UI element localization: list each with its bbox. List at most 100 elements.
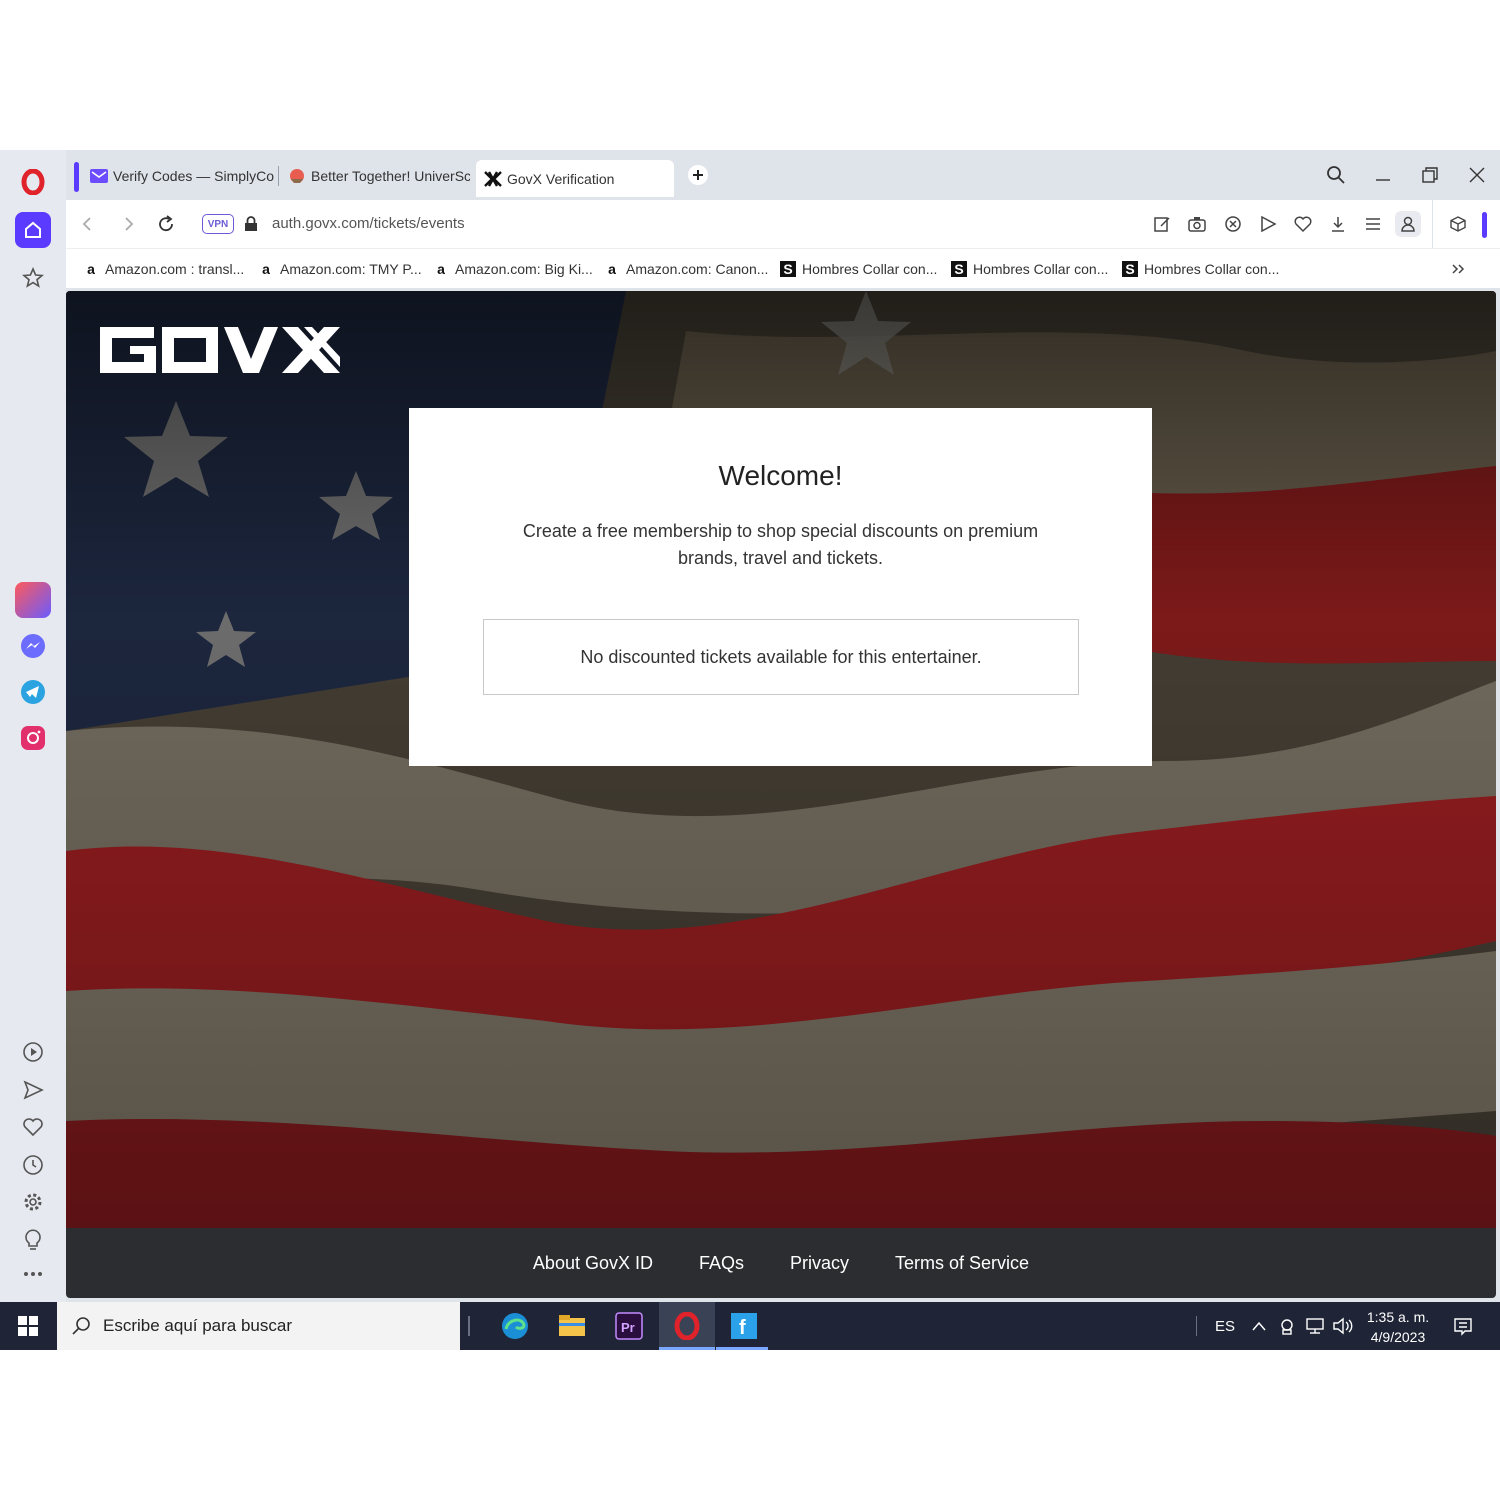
tab-divider (278, 166, 279, 186)
search-tabs-icon[interactable] (1323, 162, 1349, 188)
opera-logo-icon[interactable] (15, 164, 51, 200)
bookmark-label: Hombres Collar con... (1144, 261, 1280, 277)
welcome-subtitle: Create a free membership to shop special… (522, 521, 1039, 568)
premiere-icon[interactable]: Pr (601, 1302, 657, 1350)
more-bookmarks-icon[interactable] (1450, 257, 1466, 281)
history-icon[interactable] (15, 1147, 51, 1183)
player-icon[interactable] (15, 1034, 51, 1070)
settings-icon[interactable] (15, 1184, 51, 1220)
forward-button[interactable] (116, 211, 142, 237)
running-indicator (716, 1347, 768, 1350)
flag-background: Welcome! Create a free membership to sho… (66, 291, 1496, 1228)
opera-taskbar-icon[interactable] (659, 1302, 715, 1350)
heart-icon[interactable] (15, 1109, 51, 1145)
aria-app-icon[interactable] (15, 582, 51, 618)
page-footer: About GovX ID FAQs Privacy Terms of Serv… (66, 1228, 1496, 1298)
lock-icon[interactable] (238, 211, 264, 237)
adblock-icon[interactable] (1220, 211, 1246, 237)
tab-better-together[interactable]: Better Together! UniverSc (280, 159, 470, 193)
snapshot-edit-icon[interactable] (1149, 211, 1175, 237)
bookmark-item[interactable]: S Hombres Collar con... (780, 257, 937, 281)
tab-bar: Verify Codes — SimplyCo Better Together!… (66, 150, 1500, 200)
bookmark-item[interactable]: S Hombres Collar con... (1122, 257, 1279, 281)
tab-verify-codes[interactable]: Verify Codes — SimplyCo (82, 159, 276, 193)
bookmark-item[interactable]: S Hombres Collar con... (951, 257, 1108, 281)
shein-icon: S (951, 261, 967, 277)
windows-icon (18, 1316, 38, 1336)
footer-link-terms[interactable]: Terms of Service (895, 1253, 1029, 1274)
send-to-icon[interactable] (1255, 211, 1281, 237)
star-icon[interactable] (15, 260, 51, 296)
home-icon[interactable] (15, 212, 51, 248)
language-indicator[interactable]: ES (1212, 1302, 1238, 1350)
browser-window: Verify Codes — SimplyCo Better Together!… (0, 150, 1500, 1302)
task-view-divider (468, 1316, 470, 1336)
start-button[interactable] (0, 1302, 56, 1350)
universal-icon (288, 167, 306, 185)
shein-icon: S (780, 261, 796, 277)
shein-icon: S (1122, 261, 1138, 277)
simplylogin-icon (90, 167, 108, 185)
footer-link-about[interactable]: About GovX ID (533, 1253, 653, 1274)
footer-link-faqs[interactable]: FAQs (699, 1253, 744, 1274)
bookmark-item[interactable]: a Amazon.com: Canon... (604, 257, 768, 281)
tab-label: GovX Verification (507, 170, 615, 187)
back-button[interactable] (74, 211, 100, 237)
messenger-icon[interactable] (15, 628, 51, 664)
close-window-button[interactable] (1464, 162, 1490, 188)
bookmark-item[interactable]: a Amazon.com : transl... (83, 257, 244, 281)
lightbulb-icon[interactable] (15, 1222, 51, 1258)
govx-logo[interactable] (100, 327, 340, 378)
heart-icon[interactable] (1290, 211, 1316, 237)
network-icon[interactable] (1303, 1302, 1327, 1350)
windows-taskbar: Escribe aquí para buscar Pr f ES 1:35 a.… (0, 1302, 1500, 1350)
bookmark-item[interactable]: a Amazon.com: TMY P... (258, 257, 422, 281)
bookmark-label: Hombres Collar con... (802, 261, 938, 277)
app-f-icon[interactable]: f (716, 1302, 772, 1350)
address-bar: VPN auth.govx.com/tickets/events (66, 200, 1500, 248)
clock-date: 4/9/2023 (1370, 1329, 1426, 1345)
restore-button[interactable] (1417, 162, 1443, 188)
meet-now-icon[interactable] (1276, 1302, 1298, 1350)
tray-divider (1196, 1316, 1198, 1336)
amazon-icon: a (437, 261, 445, 277)
taskbar-clock[interactable]: 1:35 a. m. 4/9/2023 (1360, 1307, 1436, 1347)
bookmark-label: Amazon.com: Big Ki... (455, 261, 593, 277)
taskbar-search[interactable]: Escribe aquí para buscar (57, 1302, 460, 1350)
download-icon[interactable] (1325, 211, 1351, 237)
amazon-icon: a (262, 261, 270, 277)
telegram-icon[interactable] (15, 674, 51, 710)
tab-label: Verify Codes — SimplyCo (113, 168, 275, 184)
file-explorer-icon[interactable] (544, 1302, 600, 1350)
chevron-up-icon[interactable] (1248, 1302, 1270, 1350)
notification-center-icon[interactable] (1450, 1302, 1476, 1350)
easy-setup-icon[interactable] (1360, 211, 1386, 237)
profile-icon[interactable] (1395, 211, 1421, 237)
new-tab-button[interactable] (685, 162, 711, 188)
camera-icon[interactable] (1184, 211, 1210, 237)
bookmark-label: Hombres Collar con... (973, 261, 1109, 277)
svg-text:f: f (739, 1317, 746, 1339)
send-icon[interactable] (15, 1072, 51, 1108)
accent-bar (1482, 212, 1487, 238)
opera-sidebar (0, 150, 66, 1302)
more-icon[interactable] (15, 1256, 51, 1292)
bookmark-item[interactable]: a Amazon.com: Big Ki... (433, 257, 593, 281)
volume-icon[interactable] (1331, 1302, 1355, 1350)
footer-link-privacy[interactable]: Privacy (790, 1253, 849, 1274)
extensions-cube-icon[interactable] (1445, 211, 1471, 237)
tab-govx-verification[interactable]: GovX Verification (476, 160, 674, 197)
edge-icon[interactable] (487, 1302, 543, 1350)
bookmark-label: Amazon.com: TMY P... (280, 261, 422, 277)
no-tickets-notice: No discounted tickets available for this… (483, 619, 1079, 695)
svg-text:Pr: Pr (621, 1320, 635, 1335)
web-page: Welcome! Create a free membership to sho… (66, 291, 1496, 1298)
search-icon (71, 1316, 91, 1336)
url-field[interactable]: auth.govx.com/tickets/events (272, 212, 465, 236)
amazon-icon: a (608, 261, 616, 277)
instagram-icon[interactable] (15, 720, 51, 756)
vpn-badge[interactable]: VPN (202, 214, 234, 234)
minimize-button[interactable] (1370, 162, 1396, 188)
divider (1432, 200, 1433, 248)
reload-button[interactable] (153, 211, 179, 237)
